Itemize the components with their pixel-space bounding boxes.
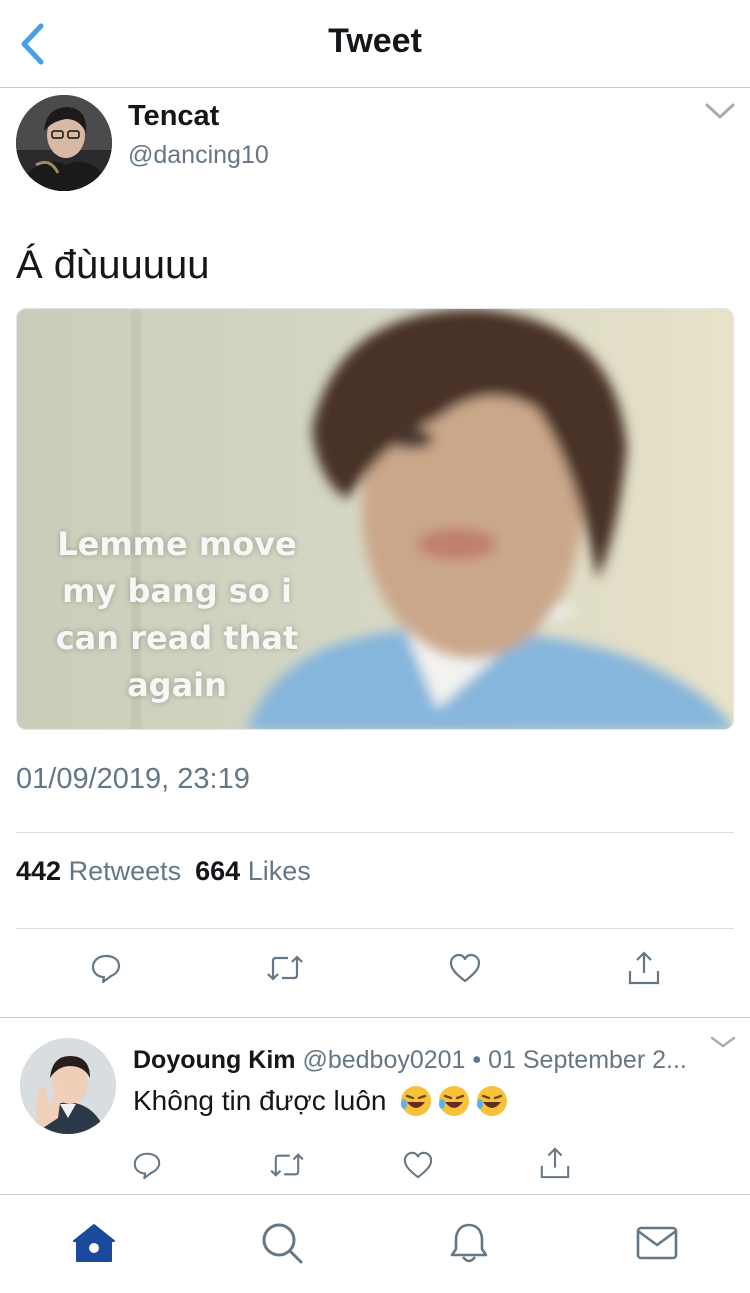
reply-actions bbox=[0, 1143, 750, 1187]
main-tweet: Tencat @dancing10 Á đùuuuuu Lemme move m… bbox=[0, 88, 750, 1018]
home-icon bbox=[73, 1224, 115, 1262]
tweet-timestamp: 01/09/2019, 23:19 bbox=[16, 763, 250, 795]
tab-search[interactable] bbox=[257, 1218, 307, 1268]
chevron-down-icon bbox=[710, 1036, 736, 1048]
reply-button[interactable] bbox=[81, 943, 131, 993]
reply-share-button[interactable] bbox=[530, 1138, 580, 1188]
share-icon bbox=[540, 1147, 570, 1179]
tweet-options-button[interactable] bbox=[700, 96, 740, 126]
author-handle[interactable]: @dancing10 bbox=[128, 141, 269, 170]
retweet-icon bbox=[267, 955, 303, 981]
author-name[interactable]: Tencat bbox=[128, 100, 219, 133]
tweet-stats: 442 Retweets 664 Likes bbox=[16, 856, 325, 887]
heart-icon bbox=[449, 953, 481, 983]
rolling-laughing-emoji bbox=[399, 1084, 509, 1118]
tab-home[interactable] bbox=[69, 1218, 119, 1268]
divider bbox=[16, 928, 734, 929]
reply-icon bbox=[91, 954, 121, 984]
tweet-text: Á đùuuuuu bbox=[16, 243, 210, 287]
reply-meta: @bedboy0201 • 01 September 2... bbox=[302, 1046, 687, 1074]
reply-text: Không tin được luôn bbox=[133, 1084, 509, 1118]
page-title: Tweet bbox=[328, 22, 422, 60]
share-button[interactable] bbox=[619, 943, 669, 993]
retweet-button[interactable] bbox=[260, 943, 310, 993]
heart-icon bbox=[403, 1151, 433, 1179]
share-icon bbox=[628, 951, 660, 985]
tab-notifications[interactable] bbox=[444, 1218, 494, 1268]
bell-icon bbox=[450, 1223, 488, 1263]
search-icon bbox=[262, 1223, 303, 1264]
retweet-icon bbox=[270, 1153, 304, 1177]
nav-bar: Tweet bbox=[0, 0, 750, 88]
retweets-stat[interactable]: 442 Retweets bbox=[16, 856, 195, 886]
reply-avatar[interactable] bbox=[20, 1038, 116, 1134]
reply-header: Doyoung Kim @bedboy0201 • 01 September 2… bbox=[133, 1046, 713, 1075]
media-caption: Lemme move my bang so i can read that ag… bbox=[55, 525, 299, 704]
envelope-icon bbox=[636, 1226, 678, 1260]
tab-messages[interactable] bbox=[632, 1218, 682, 1268]
likes-stat[interactable]: 664 Likes bbox=[195, 856, 325, 886]
reply-retweet-button[interactable] bbox=[262, 1140, 312, 1190]
reply-reply-button[interactable] bbox=[122, 1140, 172, 1190]
reply-icon bbox=[133, 1152, 161, 1180]
tab-bar bbox=[0, 1196, 750, 1293]
tweet-actions bbox=[0, 943, 750, 1003]
chevron-down-icon bbox=[705, 103, 735, 119]
reply-author-name[interactable]: Doyoung Kim bbox=[133, 1046, 296, 1074]
reply-text-content: Không tin được luôn bbox=[133, 1085, 387, 1116]
author-avatar[interactable] bbox=[16, 95, 112, 191]
like-button[interactable] bbox=[440, 943, 490, 993]
tweet-media[interactable]: Lemme move my bang so i can read that ag… bbox=[16, 308, 734, 730]
reply-like-button[interactable] bbox=[393, 1140, 443, 1190]
divider bbox=[16, 832, 734, 833]
reply-options-button[interactable] bbox=[708, 1032, 738, 1052]
reply-tweet[interactable]: Doyoung Kim @bedboy0201 • 01 September 2… bbox=[0, 1018, 750, 1195]
